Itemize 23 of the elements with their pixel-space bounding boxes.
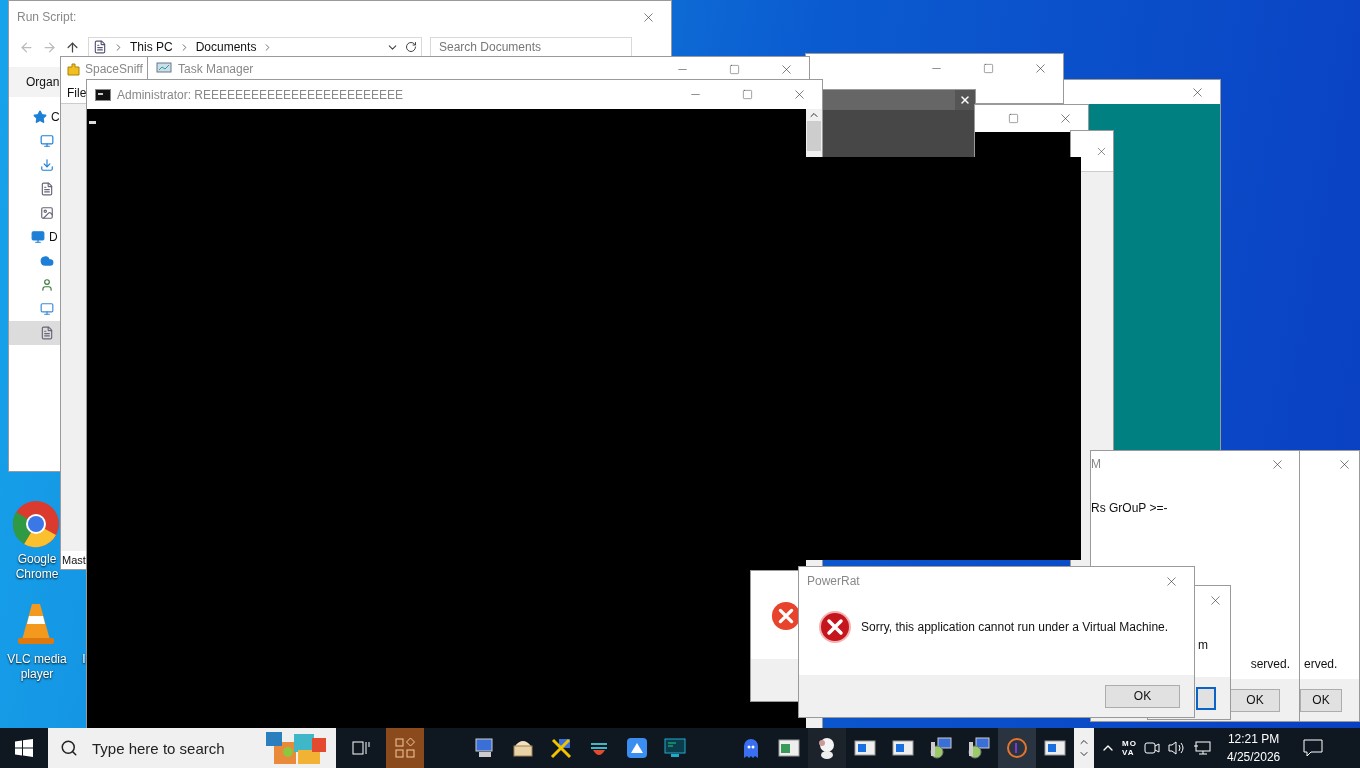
menu-item[interactable]: File (61, 81, 89, 103)
error-message: Sorry, this application cannot run under a Virtual Machine. (861, 620, 1169, 634)
window-title: PowerRat (807, 574, 860, 588)
search-field[interactable]: Type here to search (48, 728, 336, 768)
search-input[interactable]: Type here to search (90, 738, 264, 758)
dialog-text: erved. (1304, 657, 1339, 671)
dialog-text: m (1198, 638, 1209, 652)
search-field[interactable]: Search Documents (430, 37, 632, 57)
clock[interactable]: 12:21 PM 4/25/2026 (1218, 730, 1289, 766)
window-title: SpaceSniff (85, 62, 143, 76)
ok-button[interactable]: OK (1105, 684, 1180, 708)
toolbar-label[interactable]: Organ (26, 75, 60, 89)
dialog-text: served. (1250, 657, 1290, 671)
window-title: Run Script: (17, 10, 77, 24)
window-title: Administrator: REEEEEEEEEEEEEEEEEEEEEEEEE (117, 87, 404, 102)
ok-button[interactable]: OK (1230, 688, 1280, 712)
nav-item[interactable]: C (9, 105, 61, 129)
window-title: Task Manager (178, 62, 254, 76)
input-indicator[interactable]: MO VA (1122, 739, 1137, 757)
ok-button[interactable]: OK (1300, 688, 1342, 712)
dialog-text: Rs GrOuP >=- (1091, 501, 1169, 515)
nav-item[interactable]: D (9, 225, 61, 249)
window-title: M (1091, 457, 1101, 471)
